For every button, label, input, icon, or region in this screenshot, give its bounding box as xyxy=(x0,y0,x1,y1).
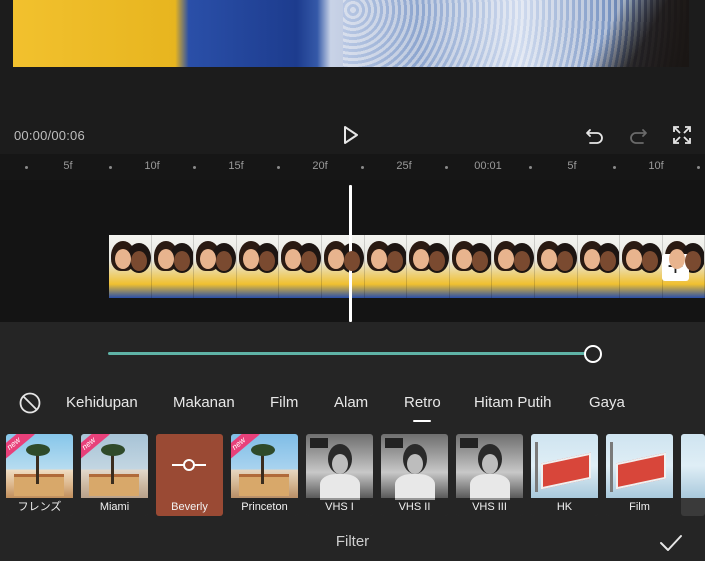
filter-label: HK xyxy=(531,498,598,516)
ruler-label: 25f xyxy=(396,160,412,172)
tab-makanan[interactable]: Makanan xyxy=(173,394,235,411)
ruler-dot xyxy=(193,166,196,169)
redo-button[interactable] xyxy=(627,124,649,146)
ruler-label: 10f xyxy=(648,160,664,172)
filter-label: Princeton xyxy=(231,498,298,516)
filter-label: VHS I xyxy=(306,498,373,516)
filter-card-friends[interactable]: new フレンズ xyxy=(6,434,73,516)
filter-label: Beverly xyxy=(171,501,208,513)
intensity-slider-track[interactable] xyxy=(108,352,593,355)
preview-shadow xyxy=(579,0,689,67)
filter-thumbnail xyxy=(681,434,705,498)
playback-controls: 00:00/00:06 xyxy=(0,120,705,150)
clip-frame xyxy=(109,235,152,298)
ruler-dot xyxy=(697,166,700,169)
filter-card-vhs-3[interactable]: VHS III xyxy=(456,434,523,516)
confirm-button[interactable] xyxy=(658,530,684,556)
tab-hitam-putih[interactable]: Hitam Putih xyxy=(474,394,552,411)
filter-thumbnail xyxy=(456,434,523,500)
time-display: 00:00/00:06 xyxy=(14,128,85,143)
tab-retro[interactable]: Retro xyxy=(404,394,441,411)
clip-frame xyxy=(364,235,408,298)
ruler-label: 00:01 xyxy=(474,160,502,172)
filter-card-vhs-2[interactable]: VHS II xyxy=(381,434,448,516)
no-filter-button[interactable] xyxy=(18,391,42,415)
fullscreen-icon xyxy=(673,126,691,144)
filter-thumbnail xyxy=(531,434,598,498)
filter-category-tabs: Kehidupan Makanan Film Alam Retro Hitam … xyxy=(0,386,705,420)
clip-frame xyxy=(151,235,195,298)
ruler-label: 20f xyxy=(312,160,328,172)
clip-frame xyxy=(236,235,280,298)
clip-frame xyxy=(620,235,663,298)
ruler-label: 5f xyxy=(63,160,73,172)
filter-list: new フレンズ new Miami Beverly new Princeton… xyxy=(0,434,705,516)
panel-title: Filter xyxy=(335,533,370,550)
filter-card-vhs-1[interactable]: VHS I xyxy=(306,434,373,516)
video-clip[interactable] xyxy=(109,235,705,298)
ruler-dot xyxy=(109,166,112,169)
filter-card-princeton[interactable]: new Princeton xyxy=(231,434,298,516)
panel-footer: Filter xyxy=(0,528,705,561)
filter-thumbnail xyxy=(606,434,673,498)
clip-frame xyxy=(534,235,578,298)
timeline-track[interactable]: + xyxy=(0,180,705,322)
undo-icon xyxy=(586,129,603,144)
tab-film[interactable]: Film xyxy=(270,394,298,411)
clip-frame xyxy=(321,235,365,298)
ruler-dot xyxy=(529,166,532,169)
filter-label: VHS II xyxy=(381,498,448,516)
video-preview-area: 00:00/00:06 xyxy=(0,0,705,154)
ruler-dot xyxy=(361,166,364,169)
checkmark-icon xyxy=(660,535,682,551)
fullscreen-button[interactable] xyxy=(671,124,693,146)
ruler-dot xyxy=(613,166,616,169)
tab-alam[interactable]: Alam xyxy=(334,394,368,411)
ruler-dot xyxy=(445,166,448,169)
filter-card-beverly-selected[interactable]: Beverly xyxy=(156,434,223,516)
filter-thumbnail xyxy=(306,434,373,500)
ruler-label: 10f xyxy=(144,160,160,172)
selected-tab-indicator xyxy=(413,420,431,422)
ruler-dot xyxy=(25,166,28,169)
tab-gaya[interactable]: Gaya xyxy=(589,394,625,411)
tab-kehidupan[interactable]: Kehidupan xyxy=(66,394,138,411)
ruler-dot xyxy=(277,166,280,169)
filter-card-hk[interactable]: HK xyxy=(531,434,598,516)
timeline-ruler[interactable]: 5f 10f 15f 20f 25f 00:01 5f 10f xyxy=(0,154,705,180)
filter-card-miami[interactable]: new Miami xyxy=(81,434,148,516)
slider-adjust-knob xyxy=(183,459,195,471)
filter-panel: Kehidupan Makanan Film Alam Retro Hitam … xyxy=(0,322,705,561)
clip-frame xyxy=(407,235,450,298)
filter-card-film[interactable]: Film xyxy=(606,434,673,516)
clip-frame xyxy=(449,235,493,298)
filter-label: VHS III xyxy=(456,498,523,516)
clip-frame xyxy=(492,235,535,298)
clip-frame xyxy=(194,235,237,298)
play-icon xyxy=(344,126,358,144)
filter-label: Miami xyxy=(81,498,148,516)
ruler-label: 15f xyxy=(228,160,244,172)
video-preview-frame[interactable] xyxy=(13,0,689,67)
redo-icon xyxy=(630,129,647,144)
undo-button[interactable] xyxy=(584,124,606,146)
no-filter-icon xyxy=(19,392,41,414)
filter-thumbnail xyxy=(381,434,448,500)
ruler-label: 5f xyxy=(567,160,577,172)
clip-frame xyxy=(279,235,322,298)
clip-frame xyxy=(577,235,621,298)
filter-label: Film xyxy=(606,498,673,516)
play-button[interactable] xyxy=(341,124,361,146)
intensity-slider-knob[interactable] xyxy=(584,345,602,363)
filter-label: フレンズ xyxy=(6,498,73,516)
filter-card-partial[interactable] xyxy=(681,434,705,516)
